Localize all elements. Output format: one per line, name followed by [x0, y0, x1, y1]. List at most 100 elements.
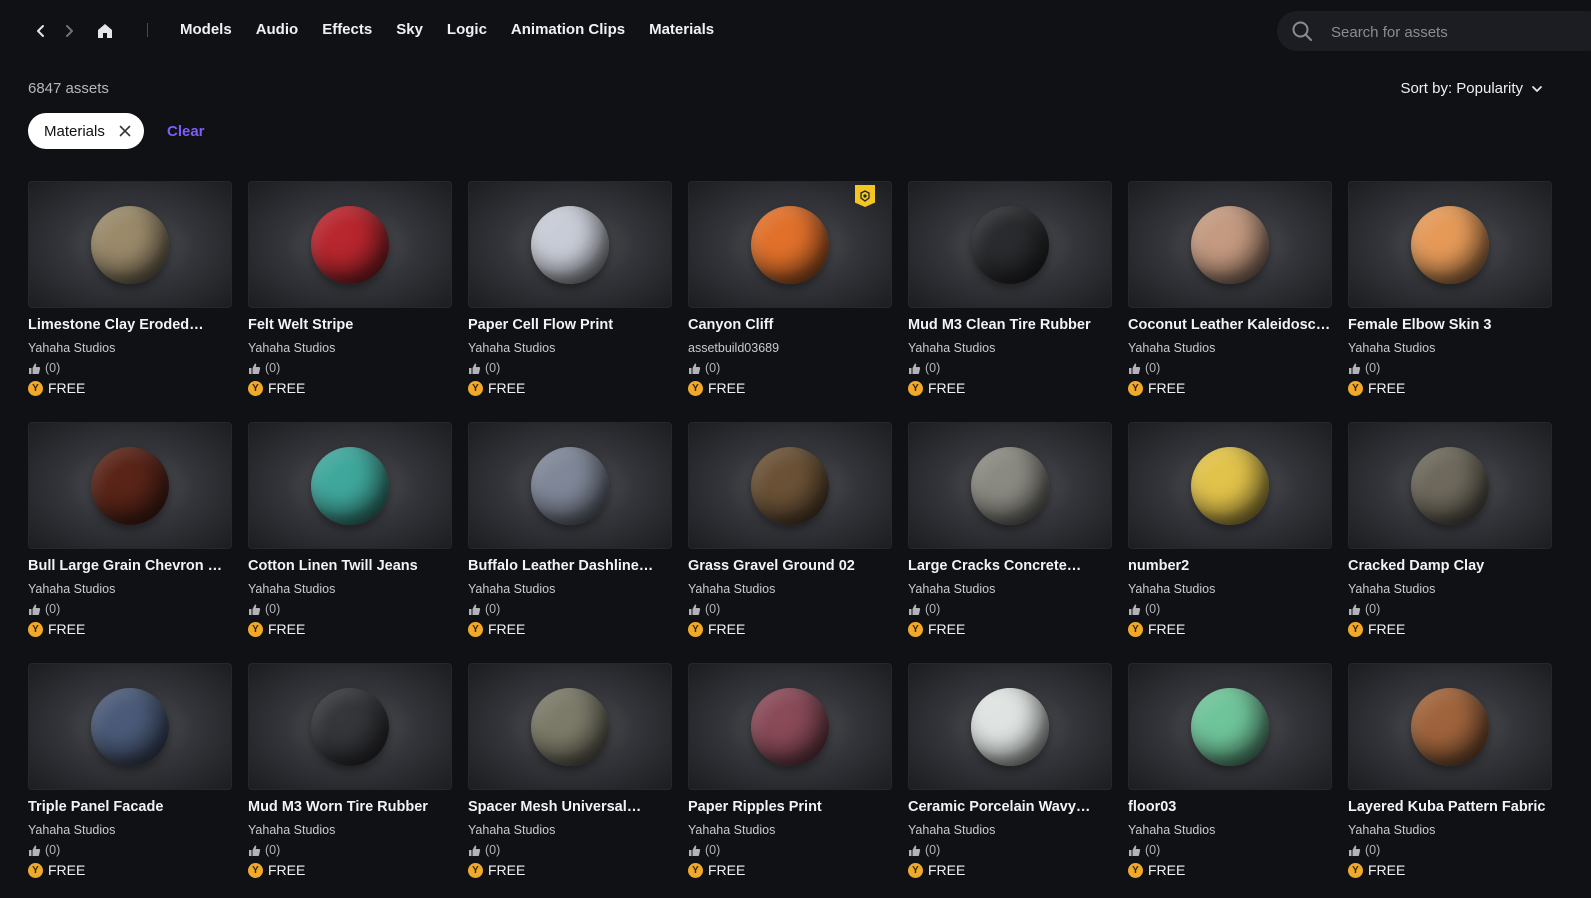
asset-author[interactable]: Yahaha Studios — [248, 582, 335, 596]
asset-thumbnail[interactable] — [468, 663, 672, 790]
chevron-down-icon — [1532, 85, 1542, 92]
material-preview-sphere — [1411, 447, 1489, 525]
sort-dropdown[interactable]: Sort by: Popularity — [1400, 80, 1543, 97]
asset-thumbnail[interactable] — [1348, 663, 1552, 790]
asset-thumbnail[interactable] — [468, 181, 672, 308]
asset-author[interactable]: Yahaha Studios — [28, 823, 115, 837]
likes-count: (0) — [485, 361, 501, 375]
clear-filters-button[interactable]: Clear — [167, 123, 205, 140]
remove-filter-button[interactable] — [119, 125, 131, 137]
asset-price: Y FREE — [908, 621, 965, 637]
asset-thumbnail[interactable] — [908, 181, 1112, 308]
asset-thumbnail[interactable] — [28, 181, 232, 308]
asset-author[interactable]: Yahaha Studios — [28, 582, 115, 596]
tab-audio[interactable]: Audio — [256, 20, 299, 40]
asset-author[interactable]: Yahaha Studios — [1348, 582, 1435, 596]
tab-animation-clips[interactable]: Animation Clips — [511, 20, 625, 40]
asset-author[interactable]: Yahaha Studios — [1348, 823, 1435, 837]
asset-name[interactable]: Triple Panel Facade — [28, 799, 232, 815]
asset-author[interactable]: Yahaha Studios — [248, 823, 335, 837]
asset-name[interactable]: floor03 — [1128, 799, 1332, 815]
filter-chip-materials: Materials — [28, 113, 144, 149]
price-label: FREE — [1148, 380, 1186, 396]
asset-thumbnail[interactable] — [908, 663, 1112, 790]
asset-name[interactable]: Cotton Linen Twill Jeans — [248, 558, 452, 574]
asset-thumbnail[interactable] — [248, 422, 452, 549]
asset-author[interactable]: Yahaha Studios — [28, 341, 115, 355]
asset-likes: (0) — [1128, 602, 1160, 616]
asset-name[interactable]: Buffalo Leather Dashline… — [468, 558, 672, 574]
material-preview-sphere — [1191, 688, 1269, 766]
tab-models[interactable]: Models — [180, 20, 232, 40]
asset-author[interactable]: Yahaha Studios — [1348, 341, 1435, 355]
search-input[interactable] — [1329, 11, 1591, 53]
material-preview-sphere — [531, 447, 609, 525]
asset-author[interactable]: Yahaha Studios — [1128, 582, 1215, 596]
material-preview-sphere — [531, 206, 609, 284]
asset-price: Y FREE — [688, 380, 745, 396]
asset-thumbnail[interactable] — [1128, 663, 1332, 790]
asset-author[interactable]: Yahaha Studios — [468, 582, 555, 596]
thumbs-up-icon — [249, 363, 261, 374]
asset-thumbnail[interactable] — [1128, 422, 1332, 549]
asset-name[interactable]: Large Cracks Concrete… — [908, 558, 1112, 574]
asset-name[interactable]: number2 — [1128, 558, 1332, 574]
asset-thumbnail[interactable] — [468, 422, 672, 549]
forward-button[interactable] — [58, 20, 80, 42]
asset-author[interactable]: Yahaha Studios — [468, 341, 555, 355]
asset-name[interactable]: Limestone Clay Eroded… — [28, 317, 232, 333]
asset-author[interactable]: Yahaha Studios — [908, 341, 995, 355]
asset-thumbnail[interactable] — [1348, 422, 1552, 549]
asset-name[interactable]: Mud M3 Worn Tire Rubber — [248, 799, 452, 815]
asset-name[interactable]: Ceramic Porcelain Wavy… — [908, 799, 1112, 815]
asset-name[interactable]: Bull Large Grain Chevron Quilt — [28, 558, 232, 574]
asset-name[interactable]: Canyon Cliff — [688, 317, 892, 333]
asset-thumbnail[interactable] — [28, 663, 232, 790]
asset-name[interactable]: Mud M3 Clean Tire Rubber — [908, 317, 1112, 333]
asset-author[interactable]: Yahaha Studios — [1128, 341, 1215, 355]
asset-thumbnail[interactable] — [248, 663, 452, 790]
asset-author[interactable]: Yahaha Studios — [688, 823, 775, 837]
asset-thumbnail[interactable] — [688, 663, 892, 790]
asset-thumbnail[interactable] — [1348, 181, 1552, 308]
price-label: FREE — [928, 621, 966, 637]
tab-materials[interactable]: Materials — [649, 20, 714, 40]
tab-effects[interactable]: Effects — [322, 20, 372, 40]
price-label: FREE — [928, 380, 966, 396]
asset-likes: (0) — [28, 843, 60, 857]
material-preview-sphere — [971, 447, 1049, 525]
back-button[interactable] — [30, 20, 52, 42]
thumbs-up-icon — [29, 363, 41, 374]
asset-author[interactable]: Yahaha Studios — [248, 341, 335, 355]
asset-name[interactable]: Grass Gravel Ground 02 — [688, 558, 892, 574]
tab-logic[interactable]: Logic — [447, 20, 487, 40]
asset-price: Y FREE — [908, 862, 965, 878]
asset-name[interactable]: Cracked Damp Clay — [1348, 558, 1552, 574]
asset-author[interactable]: Yahaha Studios — [908, 823, 995, 837]
asset-author[interactable]: Yahaha Studios — [1128, 823, 1215, 837]
asset-thumbnail[interactable] — [248, 181, 452, 308]
coin-icon: Y — [248, 621, 263, 637]
asset-author[interactable]: Yahaha Studios — [688, 582, 775, 596]
asset-thumbnail[interactable] — [688, 181, 892, 308]
asset-price: Y FREE — [688, 621, 745, 637]
asset-thumbnail[interactable] — [908, 422, 1112, 549]
asset-likes: (0) — [28, 361, 60, 375]
asset-author[interactable]: Yahaha Studios — [468, 823, 555, 837]
asset-likes: (0) — [688, 843, 720, 857]
material-preview-sphere — [1191, 206, 1269, 284]
asset-name[interactable]: Paper Ripples Print — [688, 799, 892, 815]
asset-thumbnail[interactable] — [28, 422, 232, 549]
asset-name[interactable]: Female Elbow Skin 3 — [1348, 317, 1552, 333]
asset-author[interactable]: Yahaha Studios — [908, 582, 995, 596]
asset-thumbnail[interactable] — [688, 422, 892, 549]
asset-name[interactable]: Spacer Mesh Universal… — [468, 799, 672, 815]
asset-name[interactable]: Coconut Leather Kaleidoscop… — [1128, 317, 1332, 333]
home-button[interactable] — [94, 20, 116, 42]
asset-name[interactable]: Paper Cell Flow Print — [468, 317, 672, 333]
tab-sky[interactable]: Sky — [396, 20, 423, 40]
asset-name[interactable]: Felt Welt Stripe — [248, 317, 452, 333]
asset-thumbnail[interactable] — [1128, 181, 1332, 308]
asset-name[interactable]: Layered Kuba Pattern Fabric — [1348, 799, 1552, 815]
asset-author[interactable]: assetbuild03689 — [688, 341, 779, 355]
